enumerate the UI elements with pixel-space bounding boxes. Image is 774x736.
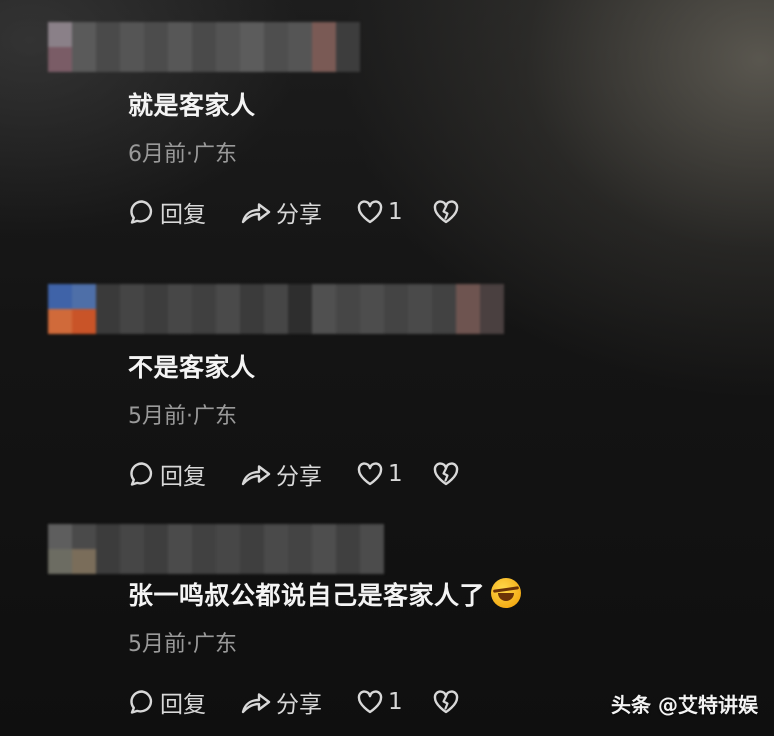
comment-list: 就是客家人 6月前·广东 回复 分享 1 不是客家人 5月前·广东 回复 分享 … bbox=[0, 0, 774, 736]
broken-heart-icon bbox=[433, 200, 459, 224]
reply-label: 回复 bbox=[160, 202, 206, 228]
share-arrow-icon bbox=[241, 203, 271, 224]
broken-heart-icon bbox=[433, 690, 459, 714]
comment-meta: 5月前·广东 bbox=[128, 404, 237, 429]
dislike-button[interactable] bbox=[432, 686, 462, 718]
watermark: 头条 @艾特讲娱 bbox=[611, 693, 758, 717]
like-count: 1 bbox=[388, 199, 403, 225]
reply-button[interactable]: 回复 bbox=[128, 196, 240, 228]
heart-outline-icon bbox=[357, 462, 383, 486]
censored-user-info bbox=[48, 22, 360, 72]
laughing-emoji-icon bbox=[491, 578, 522, 608]
share-button[interactable]: 分享 bbox=[240, 196, 356, 228]
reply-button[interactable]: 回复 bbox=[128, 458, 240, 490]
comment-bubble-icon bbox=[130, 462, 153, 486]
comment-meta: 5月前·广东 bbox=[128, 632, 237, 657]
share-label: 分享 bbox=[276, 692, 322, 718]
heart-outline-icon bbox=[357, 200, 383, 224]
censored-user-info bbox=[48, 524, 384, 574]
like-button[interactable]: 1 bbox=[356, 196, 432, 228]
reply-label: 回复 bbox=[160, 692, 206, 718]
censored-user-info bbox=[48, 284, 504, 334]
comment-bubble-icon bbox=[130, 200, 153, 224]
comment-text-body: 张一鸣叔公都说自己是客家人了 bbox=[128, 581, 486, 610]
comment-text: 张一鸣叔公都说自己是客家人了 bbox=[128, 576, 522, 612]
comment-meta: 6月前·广东 bbox=[128, 142, 237, 167]
like-count: 1 bbox=[388, 461, 403, 487]
reply-button[interactable]: 回复 bbox=[128, 686, 240, 718]
comment-actions: 回复 分享 1 bbox=[128, 686, 462, 718]
like-count: 1 bbox=[388, 689, 403, 715]
like-button[interactable]: 1 bbox=[356, 458, 432, 490]
comment-text: 不是客家人 bbox=[128, 353, 256, 382]
share-button[interactable]: 分享 bbox=[240, 458, 356, 490]
reply-label: 回复 bbox=[160, 464, 206, 490]
comment-actions: 回复 分享 1 bbox=[128, 458, 462, 490]
share-label: 分享 bbox=[276, 202, 322, 228]
comment-text: 就是客家人 bbox=[128, 91, 256, 120]
share-arrow-icon bbox=[241, 465, 271, 486]
heart-outline-icon bbox=[357, 690, 383, 714]
dislike-button[interactable] bbox=[432, 196, 462, 228]
comment-bubble-icon bbox=[130, 690, 153, 714]
broken-heart-icon bbox=[433, 462, 459, 486]
comment-actions: 回复 分享 1 bbox=[128, 196, 462, 228]
share-label: 分享 bbox=[276, 464, 322, 490]
like-button[interactable]: 1 bbox=[356, 686, 432, 718]
dislike-button[interactable] bbox=[432, 458, 462, 490]
share-arrow-icon bbox=[241, 693, 271, 714]
share-button[interactable]: 分享 bbox=[240, 686, 356, 718]
